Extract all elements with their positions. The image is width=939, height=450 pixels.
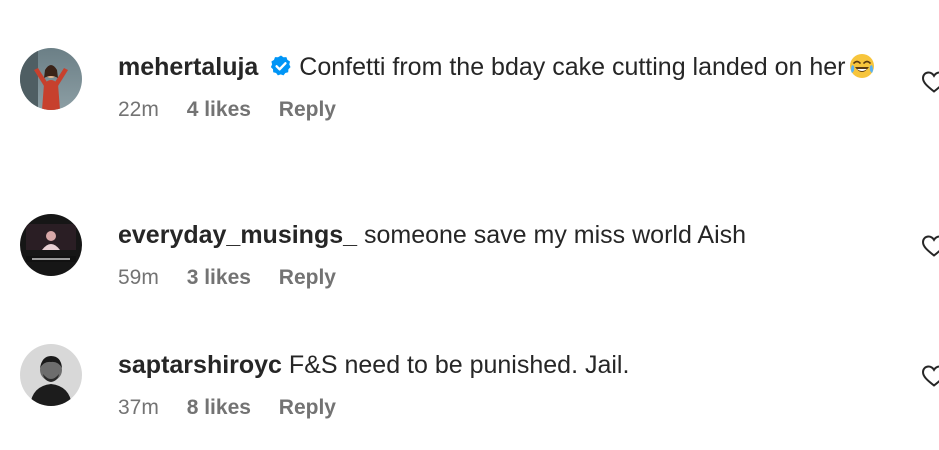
comment-text: everyday_musings_ someone save my miss w… — [118, 218, 888, 253]
comment-likes[interactable]: 3 likes — [187, 266, 251, 289]
heart-outline-icon[interactable] — [921, 70, 939, 94]
comment-time: 37m — [118, 396, 159, 419]
verified-badge-icon — [269, 54, 293, 78]
comment-time: 22m — [118, 98, 159, 121]
comment-meta: 37m 8 likes Reply — [118, 395, 888, 421]
comment-likes[interactable]: 4 likes — [187, 98, 251, 121]
comment-meta: 22m 4 likes Reply — [118, 97, 888, 123]
comment-username[interactable]: mehertaluja — [118, 53, 258, 81]
avatar[interactable] — [20, 214, 82, 276]
comment-meta: 59m 3 likes Reply — [118, 265, 888, 291]
reply-button[interactable]: Reply — [279, 266, 336, 289]
comment-text: saptarshiroyc F&S need to be punished. J… — [118, 348, 888, 383]
avatar[interactable] — [20, 344, 82, 406]
comment-body: Confetti from the bday cake cutting land… — [299, 53, 846, 81]
heart-outline-icon[interactable] — [921, 364, 939, 388]
comment-time: 59m — [118, 266, 159, 289]
reply-button[interactable]: Reply — [279, 98, 336, 121]
reply-button[interactable]: Reply — [279, 396, 336, 419]
comment-body: F&S need to be punished. Jail. — [288, 351, 630, 379]
previous-comment-fragment — [280, 0, 400, 4]
comment-likes[interactable]: 8 likes — [187, 396, 251, 419]
comment-username[interactable]: everyday_musings_ — [118, 221, 357, 249]
face-with-tears-of-joy-icon — [849, 53, 875, 79]
comment-text: mehertaluja Confetti from the bday cake … — [118, 50, 888, 85]
avatar[interactable] — [20, 48, 82, 110]
comment-body: someone save my miss world Aish — [363, 221, 747, 249]
heart-outline-icon[interactable] — [921, 234, 939, 258]
comment-username[interactable]: saptarshiroyc — [118, 351, 282, 379]
